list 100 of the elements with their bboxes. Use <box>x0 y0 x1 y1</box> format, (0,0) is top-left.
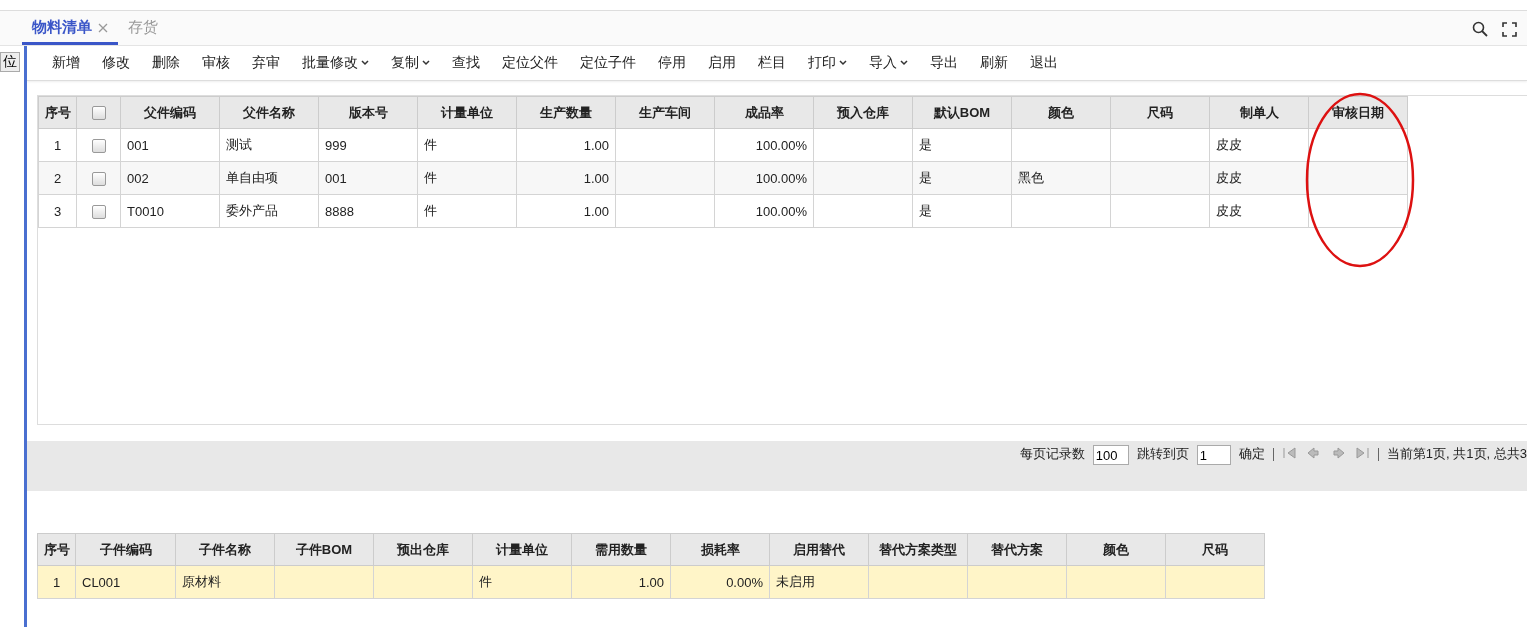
table-cell: 件 <box>417 194 517 228</box>
search-icon[interactable] <box>1472 21 1488 37</box>
row-checkbox[interactable] <box>91 204 106 219</box>
goto-page-field[interactable]: 1 <box>1196 445 1231 465</box>
first-page-icon[interactable] <box>1281 445 1298 461</box>
column-header: 损耗率 <box>670 533 770 566</box>
toolbar-button[interactable]: 删除 <box>141 48 191 78</box>
column-header: 子件名称 <box>175 533 275 566</box>
table-cell: 1.00 <box>571 565 671 599</box>
toolbar-button[interactable]: 定位父件 <box>491 48 569 78</box>
table-cell: 委外产品 <box>219 194 319 228</box>
column-header: 审核日期 <box>1308 96 1408 129</box>
toolbar-button[interactable]: 批量修改 <box>291 48 380 78</box>
per-page-label: 每页记录数 <box>1019 445 1085 463</box>
chevron-icon <box>839 60 847 66</box>
table-cell: 8888 <box>318 194 418 228</box>
row-number: 1 <box>37 565 76 599</box>
column-header: 替代方案类型 <box>868 533 968 566</box>
previous-page-icon[interactable] <box>1305 445 1322 461</box>
table-cell: 单自由项 <box>219 161 319 195</box>
tab[interactable]: 物料清单 <box>22 13 118 45</box>
table-cell: 未启用 <box>769 565 869 599</box>
table-cell: 是 <box>912 128 1012 162</box>
column-header: 计量单位 <box>472 533 572 566</box>
close-icon[interactable] <box>98 22 108 33</box>
column-header: 版本号 <box>318 96 418 129</box>
column-header: 父件编码 <box>120 96 220 129</box>
column-header: 父件名称 <box>219 96 319 129</box>
table-cell: 1.00 <box>516 161 616 195</box>
toolbar-button[interactable]: 导入 <box>858 48 919 78</box>
chevron-icon <box>900 60 908 66</box>
table-cell: 皮皮 <box>1209 128 1309 162</box>
toolbar-button[interactable]: 审核 <box>191 48 241 78</box>
select-all-checkbox[interactable] <box>91 106 106 121</box>
table-cell: 件 <box>417 161 517 195</box>
row-checkbox[interactable] <box>91 138 106 153</box>
row-number: 3 <box>38 194 77 228</box>
chevron-icon <box>361 60 369 66</box>
column-header: 颜色 <box>1066 533 1166 566</box>
toolbar-button[interactable]: 栏目 <box>747 48 797 78</box>
table-cell: 100.00% <box>714 161 814 195</box>
column-header: 序号 <box>37 533 76 566</box>
column-header: 制单人 <box>1209 96 1309 129</box>
toolbar-button[interactable]: 复制 <box>380 48 441 78</box>
column-header: 子件编码 <box>75 533 176 566</box>
toolbar-button[interactable]: 打印 <box>797 48 858 78</box>
column-header: 成品率 <box>714 96 814 129</box>
toolbar-button[interactable]: 弃审 <box>241 48 291 78</box>
toolbar-button[interactable]: 查找 <box>441 48 491 78</box>
table-cell: 0.00% <box>670 565 770 599</box>
table-cell: CL001 <box>75 565 176 599</box>
per-page-field[interactable]: 100 <box>1092 445 1129 465</box>
table-cell: 测试 <box>219 128 319 162</box>
toolbar-button[interactable]: 新增 <box>41 48 91 78</box>
table-cell: 999 <box>318 128 418 162</box>
chevron-icon <box>422 60 430 66</box>
row-number: 2 <box>38 161 77 195</box>
table-cell: 1.00 <box>516 194 616 228</box>
table-cell: 件 <box>417 128 517 162</box>
fullscreen-icon[interactable] <box>1502 21 1517 37</box>
column-header: 尺码 <box>1165 533 1265 566</box>
column-header: 计量单位 <box>417 96 517 129</box>
table-cell: 001 <box>120 128 220 162</box>
toolbar-button[interactable]: 导出 <box>919 48 969 78</box>
column-header: 预出仓库 <box>373 533 473 566</box>
side-button[interactable]: 位 <box>0 52 20 72</box>
table-cell: 是 <box>912 161 1012 195</box>
table-cell: 是 <box>912 194 1012 228</box>
row-number: 1 <box>38 128 77 162</box>
toolbar-button[interactable]: 定位子件 <box>569 48 647 78</box>
column-header: 颜色 <box>1011 96 1111 129</box>
toolbar-button[interactable]: 刷新 <box>969 48 1019 78</box>
column-header: 替代方案 <box>967 533 1067 566</box>
table-cell: 002 <box>120 161 220 195</box>
table-cell: T0010 <box>120 194 220 228</box>
column-header: 生产数量 <box>516 96 616 129</box>
column-header: 生产车间 <box>615 96 715 129</box>
table-cell: 原材料 <box>175 565 275 599</box>
column-header: 启用替代 <box>769 533 869 566</box>
table-cell: 1.00 <box>516 128 616 162</box>
column-header: 尺码 <box>1110 96 1210 129</box>
column-header: 预入仓库 <box>813 96 913 129</box>
last-page-icon[interactable] <box>1353 445 1370 461</box>
confirm-link[interactable]: 确定 <box>1238 445 1265 463</box>
column-header: 默认BOM <box>912 96 1012 129</box>
toolbar-button[interactable]: 退出 <box>1019 48 1069 78</box>
table-cell: 黑色 <box>1011 161 1111 195</box>
table-cell: 皮皮 <box>1209 161 1309 195</box>
table-cell: 100.00% <box>714 128 814 162</box>
column-header: 子件BOM <box>274 533 374 566</box>
table-cell: 100.00% <box>714 194 814 228</box>
table-cell: 001 <box>318 161 418 195</box>
goto-label: 跳转到页 <box>1136 445 1189 463</box>
toolbar-button[interactable]: 修改 <box>91 48 141 78</box>
row-checkbox[interactable] <box>91 171 106 186</box>
toolbar-button[interactable]: 启用 <box>697 48 747 78</box>
column-header: 需用数量 <box>571 533 671 566</box>
toolbar-button[interactable]: 停用 <box>647 48 697 78</box>
table-cell: 件 <box>472 565 572 599</box>
page-status: 当前第1页, 共1页, 总共3 <box>1386 445 1527 463</box>
